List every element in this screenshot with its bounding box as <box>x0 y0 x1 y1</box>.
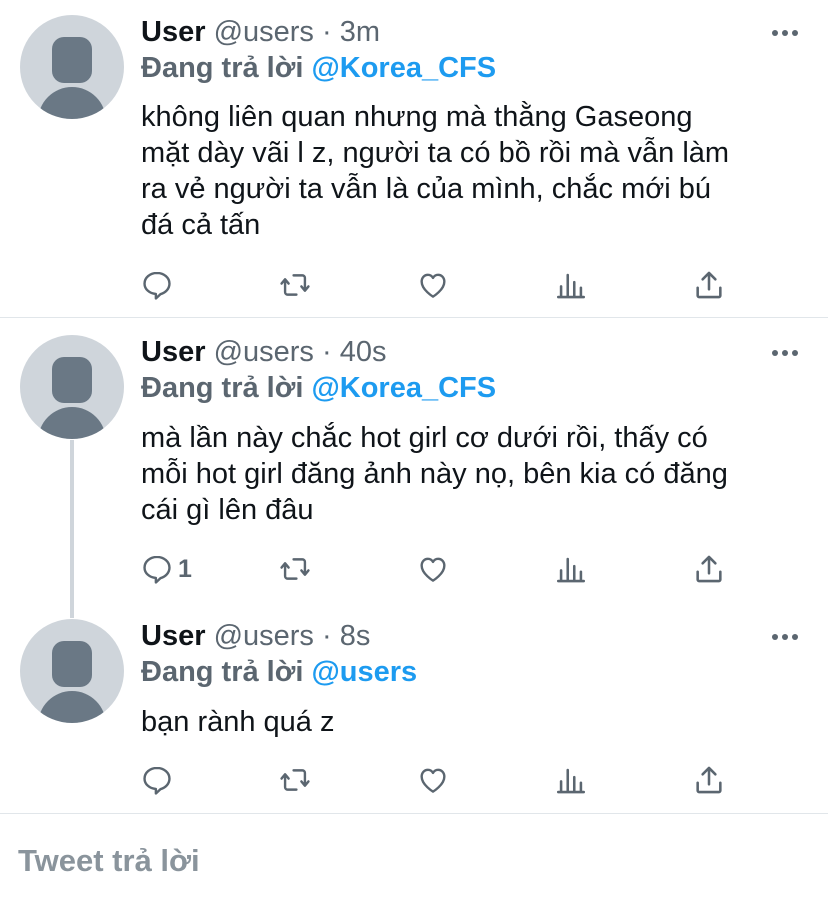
display-name[interactable]: User <box>141 336 206 368</box>
heart-icon <box>420 768 446 793</box>
replying-to: Đang trả lời @users <box>141 656 417 689</box>
separator-dot: · <box>321 336 332 368</box>
reply-icon <box>143 766 171 795</box>
avatar[interactable] <box>20 15 124 119</box>
share-icon <box>696 766 722 794</box>
share-icon <box>696 271 722 299</box>
mention-link[interactable]: @Korea_CFS <box>311 52 496 84</box>
tweet-text-line: cái gì lên đâu <box>141 494 314 526</box>
tweet-text: không liên quan nhưng mà thằng Gaseong m… <box>141 99 811 243</box>
analytics-icon <box>556 768 586 794</box>
more-icon[interactable] <box>772 632 800 642</box>
retweet-icon <box>280 274 310 296</box>
reply-button[interactable] <box>140 762 178 798</box>
analytics-button[interactable] <box>554 267 588 303</box>
like-button[interactable] <box>416 551 450 587</box>
action-bar <box>140 267 740 303</box>
replying-to-label: Đang trả lời <box>141 372 304 404</box>
retweet-button[interactable] <box>278 551 312 587</box>
tweet-text-line: ra vẻ người ta vẫn là của mình, chắc mới… <box>141 173 712 205</box>
tweet-text-line: mà lần này chắc hot girl cơ dưới rồi, th… <box>141 422 708 454</box>
retweet-icon <box>280 558 310 580</box>
tweet-text-line: mặt dày vãi l z, người ta có bồ rồi mà v… <box>141 137 730 169</box>
action-bar <box>140 762 740 798</box>
timestamp[interactable]: 8s <box>340 620 371 652</box>
tweet-header: User @users · 40s <box>141 336 386 376</box>
replying-to-label: Đang trả lời <box>141 656 304 688</box>
divider <box>0 813 828 814</box>
analytics-icon <box>556 557 586 583</box>
user-handle[interactable]: @users <box>214 16 314 48</box>
mention-link[interactable]: @Korea_CFS <box>311 372 496 404</box>
more-icon[interactable] <box>772 28 800 38</box>
reply-icon <box>143 271 171 300</box>
reply-button[interactable]: 1 <box>140 551 192 587</box>
reply-button[interactable] <box>140 267 178 303</box>
share-button[interactable] <box>692 551 726 587</box>
replying-to-label: Đang trả lời <box>141 52 304 84</box>
avatar[interactable] <box>20 335 124 439</box>
display-name[interactable]: User <box>141 16 206 48</box>
more-icon[interactable] <box>772 348 800 358</box>
analytics-button[interactable] <box>554 551 588 587</box>
separator-dot: · <box>321 16 332 48</box>
tweet-header: User @users · 3m <box>141 16 380 56</box>
timestamp[interactable]: 3m <box>340 16 380 48</box>
mention-link[interactable]: @users <box>311 656 417 688</box>
user-handle[interactable]: @users <box>214 336 314 368</box>
analytics-button[interactable] <box>554 762 588 798</box>
separator-dot: · <box>321 620 332 652</box>
tweet-text-line: đá cả tấn <box>141 209 261 241</box>
heart-icon <box>420 557 446 582</box>
analytics-icon <box>556 273 586 299</box>
divider <box>0 317 828 318</box>
replying-to: Đang trả lời @Korea_CFS <box>141 372 496 405</box>
reply-count: 1 <box>178 554 192 583</box>
tweet-header: User @users · 8s <box>141 620 370 660</box>
reply-icon <box>143 555 171 584</box>
avatar[interactable] <box>20 619 124 723</box>
timestamp[interactable]: 40s <box>340 336 387 368</box>
share-button[interactable] <box>692 762 726 798</box>
user-handle[interactable]: @users <box>214 620 314 652</box>
share-button[interactable] <box>692 267 726 303</box>
thread-connector <box>70 440 74 618</box>
tweet-text-line: bạn rành quá z <box>141 706 335 738</box>
action-bar: 1 <box>140 551 740 587</box>
share-icon <box>696 555 722 583</box>
retweet-button[interactable] <box>278 762 312 798</box>
tweet-text-line: mỗi hot girl đăng ảnh này nọ, bên kia có… <box>141 458 728 490</box>
reply-compose-input[interactable]: Tweet trả lời <box>18 843 200 879</box>
display-name[interactable]: User <box>141 620 206 652</box>
like-button[interactable] <box>416 267 450 303</box>
tweet-text: mà lần này chắc hot girl cơ dưới rồi, th… <box>141 420 811 528</box>
tweet-text-line: không liên quan nhưng mà thằng Gaseong <box>141 101 693 133</box>
tweet-text: bạn rành quá z <box>141 704 811 740</box>
retweet-icon <box>280 769 310 791</box>
heart-icon <box>420 273 446 298</box>
replying-to: Đang trả lời @Korea_CFS <box>141 52 496 85</box>
like-button[interactable] <box>416 762 450 798</box>
retweet-button[interactable] <box>278 267 312 303</box>
